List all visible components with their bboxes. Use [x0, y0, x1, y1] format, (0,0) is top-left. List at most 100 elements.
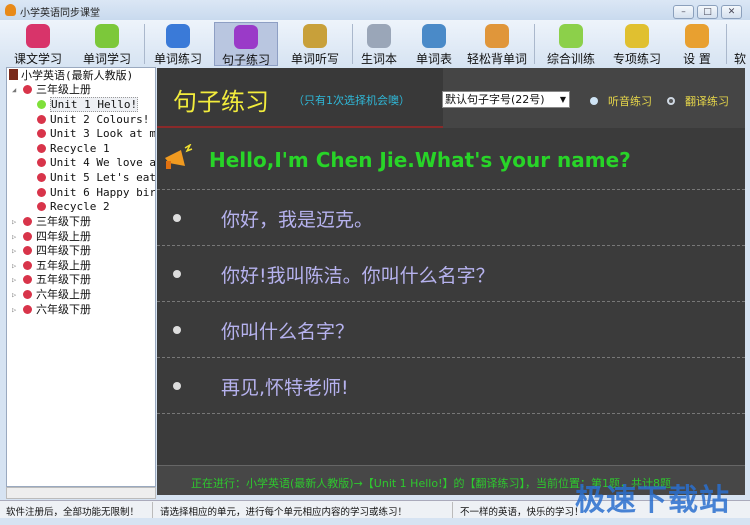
unit-bullet-icon [37, 202, 46, 212]
tree-unit[interactable]: Recycle 1 [37, 142, 110, 156]
answer-option[interactable]: 你叫什么名字？ [157, 302, 745, 358]
toolbar-button-7[interactable]: 轻松背单词 [462, 22, 532, 66]
toolbar-button-0[interactable]: 课文学习 [8, 22, 68, 66]
unit-bullet-icon [23, 246, 32, 256]
toolbar-button-5[interactable]: 生词本 [354, 22, 404, 66]
tree-unit[interactable]: Unit 3 Look at me [37, 127, 156, 141]
toolbar-separator [534, 24, 535, 64]
bullet-icon [173, 326, 181, 334]
speaker-horn-icon[interactable] [163, 144, 193, 170]
toolbar-separator [726, 24, 727, 64]
tree-label: 五年级上册 [36, 258, 91, 272]
users-icon [559, 24, 583, 48]
tree-grade[interactable]: 四年级上册 [23, 230, 91, 244]
bee-icon [625, 24, 649, 48]
tree-unit[interactable]: Unit 4 We love animals [37, 156, 156, 170]
tree-unit[interactable]: Unit 5 Let's eat [37, 171, 155, 185]
main-panel: 句子练习 （只有1次选择机会噢） 默认句子字号(22号) ▼ 听音练习 翻译练习 … [157, 68, 745, 495]
tree-unit[interactable]: Unit 1 Hello! [37, 97, 139, 112]
close-button[interactable]: ✕ [721, 5, 742, 19]
toolbar-button-11[interactable]: 软 [730, 22, 750, 66]
toolbar-label: 生词本 [360, 52, 397, 66]
tree-label: 小学英语(最新人教版) [21, 69, 134, 82]
expand-icon[interactable]: ▷ [12, 233, 16, 241]
toolbar-button-6[interactable]: 单词表 [410, 22, 458, 66]
radio-checked-icon [667, 97, 675, 105]
tree-unit[interactable]: Recycle 2 [37, 200, 110, 214]
option-text: 你好，我是迈克。 [221, 209, 374, 231]
font-size-select[interactable]: 默认句子字号(22号) ▼ [442, 91, 570, 108]
collapse-icon[interactable]: ◢ [12, 86, 16, 94]
tree-grade[interactable]: 五年级上册 [23, 259, 91, 273]
tree-unit[interactable]: Unit 2 Colours! [37, 113, 149, 127]
toolbar-button-8[interactable]: 综合训练 [540, 22, 602, 66]
toolbar-button-9[interactable]: 专项练习 [606, 22, 668, 66]
english-sentence: Hello,I'm Chen Jie.What's your name? [209, 148, 631, 172]
tree-label: 四年级下册 [36, 244, 91, 258]
notepad-icon [367, 24, 391, 48]
answer-option[interactable]: 你好，我是迈克。 [157, 190, 745, 246]
tree-label: 五年级下册 [36, 273, 91, 287]
microphone-icon [234, 25, 258, 49]
minimize-button[interactable]: – [673, 5, 694, 19]
unit-bullet-icon [37, 158, 46, 168]
unit-bullet-icon [23, 290, 32, 299]
status-register: 软件注册后，全部功能无限制！ [6, 507, 140, 518]
tree-label: Unit 4 We love animals [50, 156, 156, 170]
question-sentence: Hello,I'm Chen Jie.What's your name? [157, 130, 745, 190]
toolbar-button-2[interactable]: 单词练习 [148, 22, 208, 66]
expand-icon[interactable]: ▷ [12, 306, 16, 314]
expand-icon[interactable]: ▷ [12, 276, 16, 284]
tree-label: 六年级下册 [36, 302, 91, 316]
toolbar-label: 句子练习 [221, 53, 270, 67]
tree-grade[interactable]: 六年级下册 [23, 303, 91, 317]
page-title: 句子练习 [173, 88, 269, 116]
radio-listening[interactable]: 听音练习 [590, 93, 652, 109]
answer-option[interactable]: 再见,怀特老师! [157, 358, 745, 414]
notebook-search-icon [422, 24, 446, 48]
tree-horizontal-scrollbar[interactable] [6, 487, 156, 499]
toolbar-button-3[interactable]: 句子练习 [214, 22, 278, 67]
expand-icon[interactable]: ▷ [12, 291, 16, 299]
tree-label: Unit 6 Happy birthday [50, 185, 156, 199]
tree-root[interactable]: 小学英语(最新人教版) [9, 69, 133, 83]
tree-label: Unit 3 Look at me [50, 127, 156, 141]
unit-bullet-icon [23, 275, 32, 285]
tree-grade[interactable]: 四年级下册 [23, 244, 91, 258]
unit-bullet-icon [37, 173, 46, 182]
toolbar-button-1[interactable]: 单词学习 [76, 22, 138, 66]
expand-icon[interactable]: ▷ [12, 262, 16, 270]
unit-bullet-icon [37, 129, 46, 139]
bullet-icon [173, 270, 181, 278]
bullet-icon [173, 382, 181, 390]
hint-text: （只有1次选择机会噢） [293, 94, 410, 107]
status-slogan: 不一样的英语，快乐的学习！ [460, 507, 584, 518]
tree-label: Unit 1 Hello! [50, 97, 139, 112]
tree-grade[interactable]: 五年级下册 [23, 273, 91, 287]
tree-label: Recycle 2 [50, 200, 110, 214]
tree-label: 三年级下册 [36, 215, 91, 228]
title-bar: 小学英语同步课堂 – □ ✕ [0, 0, 750, 20]
tree-unit[interactable]: Unit 6 Happy birthday [37, 185, 156, 200]
option-text: 你好!我叫陈洁。你叫什么名字？ [221, 265, 495, 287]
radio-translation[interactable]: 翻译练习 [667, 93, 729, 109]
toolbar-label: 单词练习 [153, 52, 202, 66]
clock-icon [303, 24, 327, 48]
tree-grade[interactable]: 三年级上册 [23, 83, 91, 97]
expand-icon[interactable]: ▷ [12, 218, 16, 226]
toolbar-label: 软 [733, 52, 746, 66]
toolbar-button-10[interactable]: 设 置 [672, 22, 722, 66]
app-logo-icon [5, 4, 16, 16]
expand-icon[interactable]: ▷ [12, 247, 16, 255]
maximize-button[interactable]: □ [697, 5, 718, 19]
answer-option[interactable]: 你好!我叫陈洁。你叫什么名字？ [157, 246, 745, 302]
tree-grade[interactable]: 三年级下册 [23, 215, 91, 229]
watermark: 极速下载站 [575, 483, 730, 518]
unit-bullet-icon [23, 231, 32, 241]
chevron-down-icon: ▼ [559, 95, 566, 104]
unit-bullet-icon [23, 217, 32, 226]
tree-grade[interactable]: 六年级上册 [23, 288, 91, 302]
toolbar: 课文学习 单词学习 单词练习 句子练习 单词听写 生词本 单词表 轻松背单词 综合训练 专项练习 设… [0, 20, 750, 67]
toolbar-button-4[interactable]: 单词听写 [284, 22, 346, 66]
unit-tree[interactable]: 小学英语(最新人教版) 三年级上册 Unit 1 Hello! Unit 2 Colo… [6, 67, 156, 487]
